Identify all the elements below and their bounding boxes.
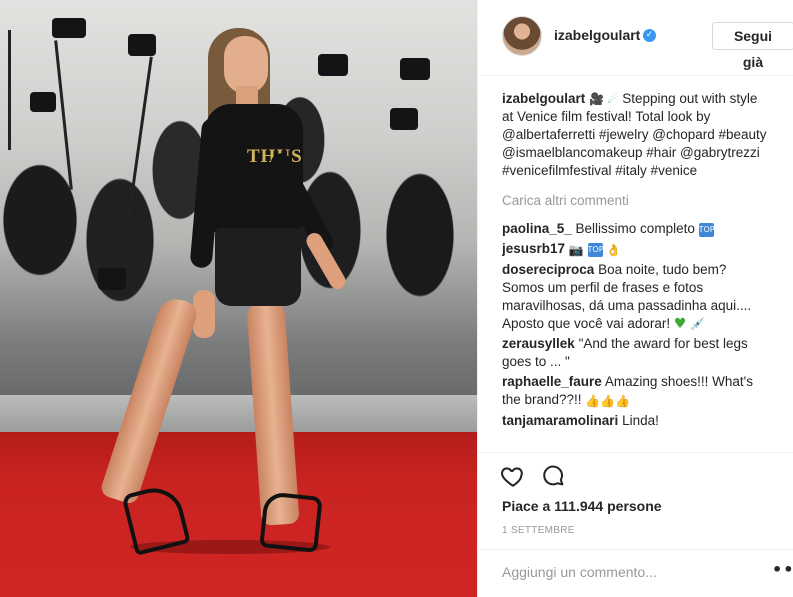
comet-emoji-icon: ☄: [607, 92, 619, 107]
comment-text: Bellissimo completo: [575, 221, 695, 237]
green-heart-emoji-icon: ♥: [673, 316, 687, 333]
comment-username[interactable]: dosereciproca: [502, 262, 594, 277]
comment-username[interactable]: tanjamaramolinari: [502, 413, 618, 428]
barrier: [0, 395, 477, 435]
more-options-icon[interactable]: •••: [772, 560, 793, 579]
list-item: dosereciproca Boa noite, tudo bem? Somos…: [502, 261, 772, 333]
camera-shape: [400, 58, 430, 80]
camera-emoji-icon: 🎥: [589, 92, 604, 107]
avatar[interactable]: [502, 16, 542, 56]
likes-count[interactable]: Piace a 111.944 persone: [502, 498, 662, 514]
model-skirt: [215, 228, 301, 306]
comment-username[interactable]: paolina_5_: [502, 221, 572, 236]
follow-button[interactable]: Segui già: [712, 22, 793, 70]
top-emoji-icon: TOP: [698, 222, 715, 237]
action-icons: [500, 463, 566, 491]
list-item: raphaelle_faure Amazing shoes!!! What's …: [502, 373, 772, 409]
camera-shape: [98, 268, 126, 290]
post-date[interactable]: 1 SETTEMBRE: [502, 525, 575, 536]
comment-username[interactable]: jesusrb17: [502, 241, 565, 256]
comment-username[interactable]: raphaelle_faure: [502, 374, 602, 389]
likes-text: Piace a 111.944 persone: [502, 498, 662, 514]
heart-outline-icon[interactable]: [500, 463, 526, 489]
red-carpet: [0, 432, 477, 597]
post-side-panel: izabelgoulart ✓ Segui già izabelgoulart …: [477, 0, 793, 597]
thumbs-up-emoji-icon: 👍👍👍: [585, 393, 631, 408]
top-emoji-icon: TOP: [587, 242, 604, 257]
caption-username[interactable]: izabelgoulart: [502, 91, 585, 106]
add-comment-bar: •••: [478, 549, 793, 593]
camera-shape: [30, 92, 56, 112]
syringe-emoji-icon: 💉: [690, 317, 706, 332]
camera-shape: [128, 34, 156, 56]
camera-shape: [318, 54, 348, 76]
list-item: jesusrb17 📷 TOP 👌: [502, 240, 772, 258]
camera-shape: [52, 18, 86, 38]
caption: izabelgoulart 🎥 ☄ Stepping out with styl…: [502, 90, 772, 180]
post-photo[interactable]: THUS: [0, 0, 477, 597]
tripod-leg: [8, 30, 11, 150]
load-more-comments-link[interactable]: Carica altri commenti: [502, 192, 772, 210]
camera-emoji-icon: 📷: [568, 242, 584, 257]
comments-list: izabelgoulart 🎥 ☄ Stepping out with styl…: [502, 90, 772, 450]
post-actions: Piace a 111.944 persone 1 SETTEMBRE •••: [478, 452, 793, 592]
ok-hand-emoji-icon: 👌: [606, 242, 622, 257]
verified-badge-icon: ✓: [643, 29, 656, 42]
comment-text: Linda!: [622, 412, 659, 428]
list-item: tanjamaramolinari Linda!: [502, 412, 772, 430]
model-right-shoe: [259, 491, 323, 553]
comment-input[interactable]: [502, 563, 742, 581]
post-header: izabelgoulart ✓ Segui già: [478, 0, 793, 76]
list-item: zerausyllek "And the award for best legs…: [502, 335, 772, 371]
header-username[interactable]: izabelgoulart: [554, 27, 640, 43]
camera-shape: [390, 108, 418, 130]
comment-username[interactable]: zerausyllek: [502, 336, 575, 351]
comment-bubble-icon[interactable]: [540, 463, 566, 489]
list-item: paolina_5_ Bellissimo completo TOP: [502, 220, 772, 238]
